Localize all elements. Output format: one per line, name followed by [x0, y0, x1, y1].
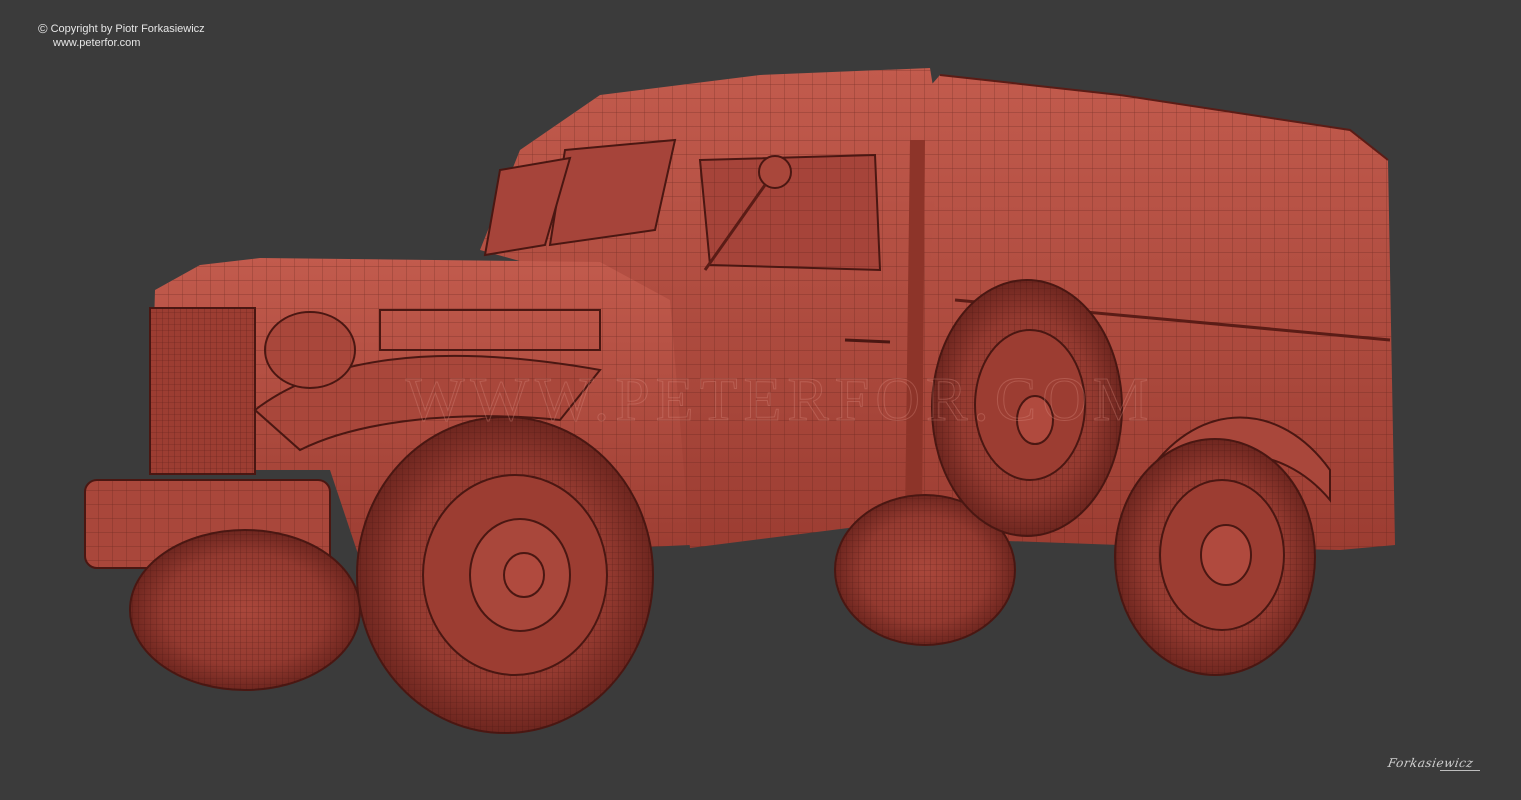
headlight	[264, 311, 356, 389]
copyright-notice: © Copyright by Piotr Forkasiewicz www.pe…	[38, 22, 205, 50]
website-text: www.peterfor.com	[53, 37, 141, 49]
watermark-text: WWW.PETERFOR.COM	[406, 366, 1154, 434]
front-right-wheel	[356, 416, 654, 734]
grille	[149, 307, 256, 475]
copyright-text: Copyright by Piotr Forkasiewicz	[50, 23, 205, 35]
front-left-wheel	[129, 529, 361, 691]
artist-signature: Forkasiewicz	[1386, 756, 1475, 770]
signature-underline	[1440, 770, 1480, 771]
truck-render: WWW.PETERFOR.COM	[84, 68, 1395, 734]
rear-right-wheel	[1114, 438, 1316, 676]
copyright-icon: ©	[38, 21, 48, 36]
